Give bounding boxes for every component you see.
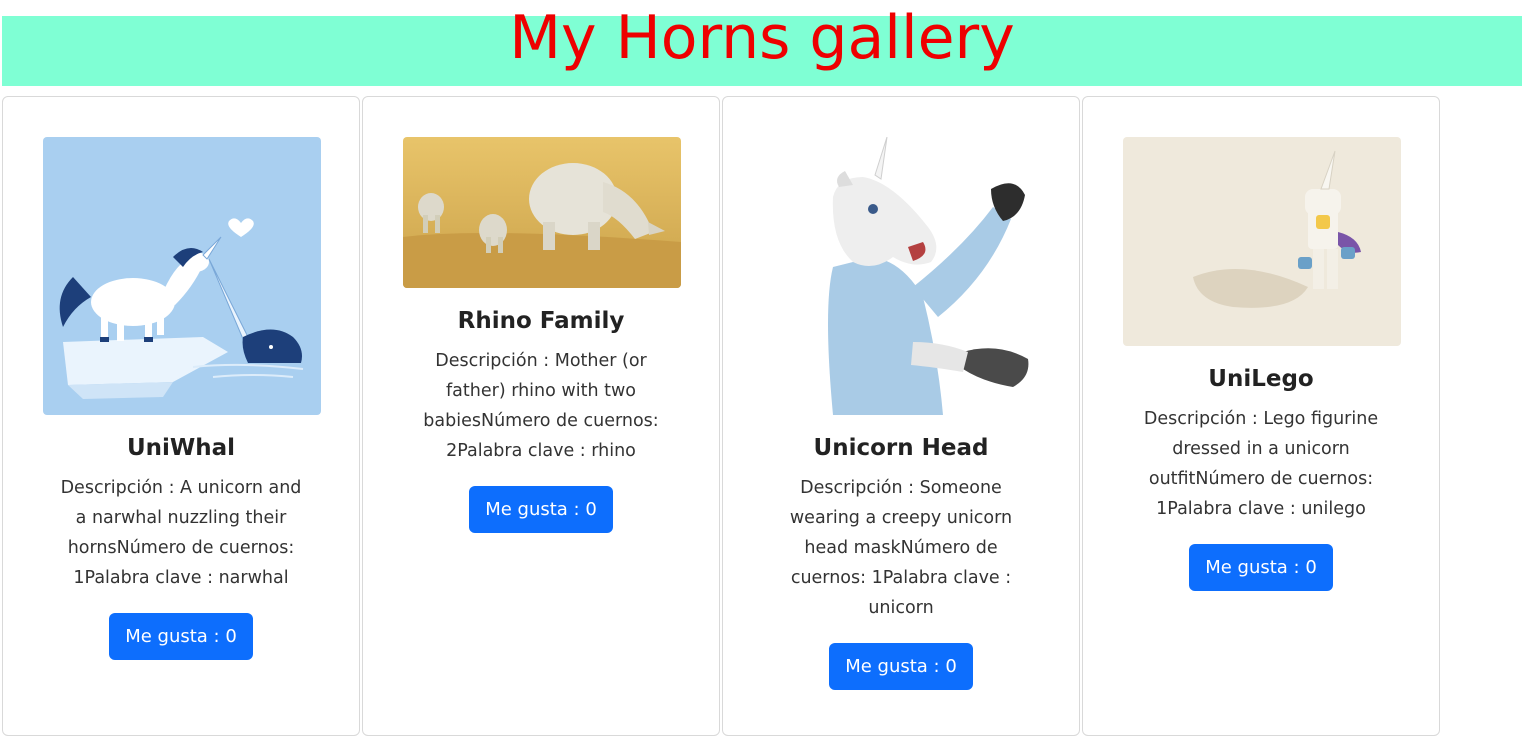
card-title: UniWhal — [126, 435, 236, 461]
card-description: Descripción : A unicorn and a narwhal nu… — [60, 478, 302, 588]
card-description: Descripción : Lego figurine dressed in a… — [1143, 409, 1379, 519]
card-title: UniLego — [1208, 366, 1314, 392]
card-description: Descripción : Someone wearing a creepy u… — [789, 478, 1013, 618]
page-header: My Horns gallery — [2, 3, 1522, 86]
gallery-card: Rhino Family Descripción : Mother (or fa… — [362, 96, 720, 736]
card-body: UniWhal Descripción : A unicorn and a na… — [3, 433, 359, 660]
card-image-rhino-family[interactable] — [403, 137, 681, 288]
card-image-uniwhal[interactable] — [43, 137, 321, 415]
card-body: Rhino Family Descripción : Mother (or fa… — [363, 306, 719, 533]
card-image-unicorn-head[interactable] — [763, 137, 1041, 415]
card-title: Unicorn Head — [813, 435, 989, 461]
like-button[interactable]: Me gusta : 0 — [469, 486, 613, 533]
like-button[interactable]: Me gusta : 0 — [109, 613, 253, 660]
card-image-unilego[interactable] — [1123, 137, 1401, 346]
gallery-card: UniWhal Descripción : A unicorn and a na… — [2, 96, 360, 736]
gallery-card: UniLego Descripción : Lego figurine dres… — [1082, 96, 1440, 736]
card-description: Descripción : Mother (or father) rhino w… — [423, 351, 659, 461]
like-button[interactable]: Me gusta : 0 — [829, 643, 973, 690]
gallery-card: Unicorn Head Descripción : Someone weari… — [722, 96, 1080, 736]
card-body: UniLego Descripción : Lego figurine dres… — [1083, 364, 1439, 591]
page-title: My Horns gallery — [509, 3, 1015, 73]
like-button[interactable]: Me gusta : 0 — [1189, 544, 1333, 591]
card-title: Rhino Family — [457, 308, 625, 334]
card-body: Unicorn Head Descripción : Someone weari… — [723, 433, 1079, 690]
